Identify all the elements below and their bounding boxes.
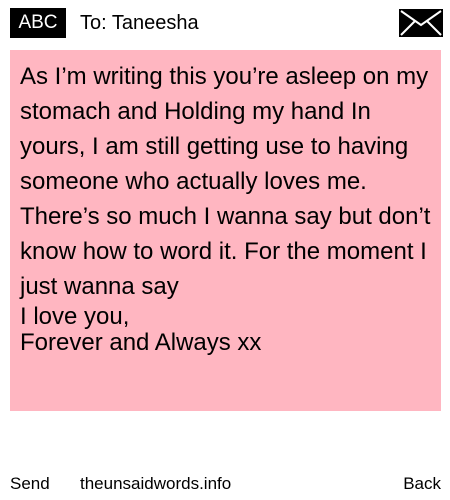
recipient-label: To: Taneesha (80, 12, 199, 34)
site-link[interactable]: theunsaidwords.info (80, 470, 231, 498)
message-card: As I’m writing this you’re asleep on my … (10, 50, 441, 411)
back-link[interactable]: Back (403, 470, 441, 498)
send-link[interactable]: Send (10, 470, 50, 498)
message-line-signoff: Forever and Always xx (20, 329, 262, 356)
message-line-love: I love you, (20, 303, 130, 330)
header-bar: ABC To: Taneesha (0, 0, 450, 44)
envelope-icon (399, 9, 443, 37)
footer-bar: Send theunsaidwords.info Back (0, 470, 450, 498)
message-body: As I’m writing this you’re asleep on my … (20, 63, 431, 300)
app-logo: ABC (10, 8, 66, 38)
